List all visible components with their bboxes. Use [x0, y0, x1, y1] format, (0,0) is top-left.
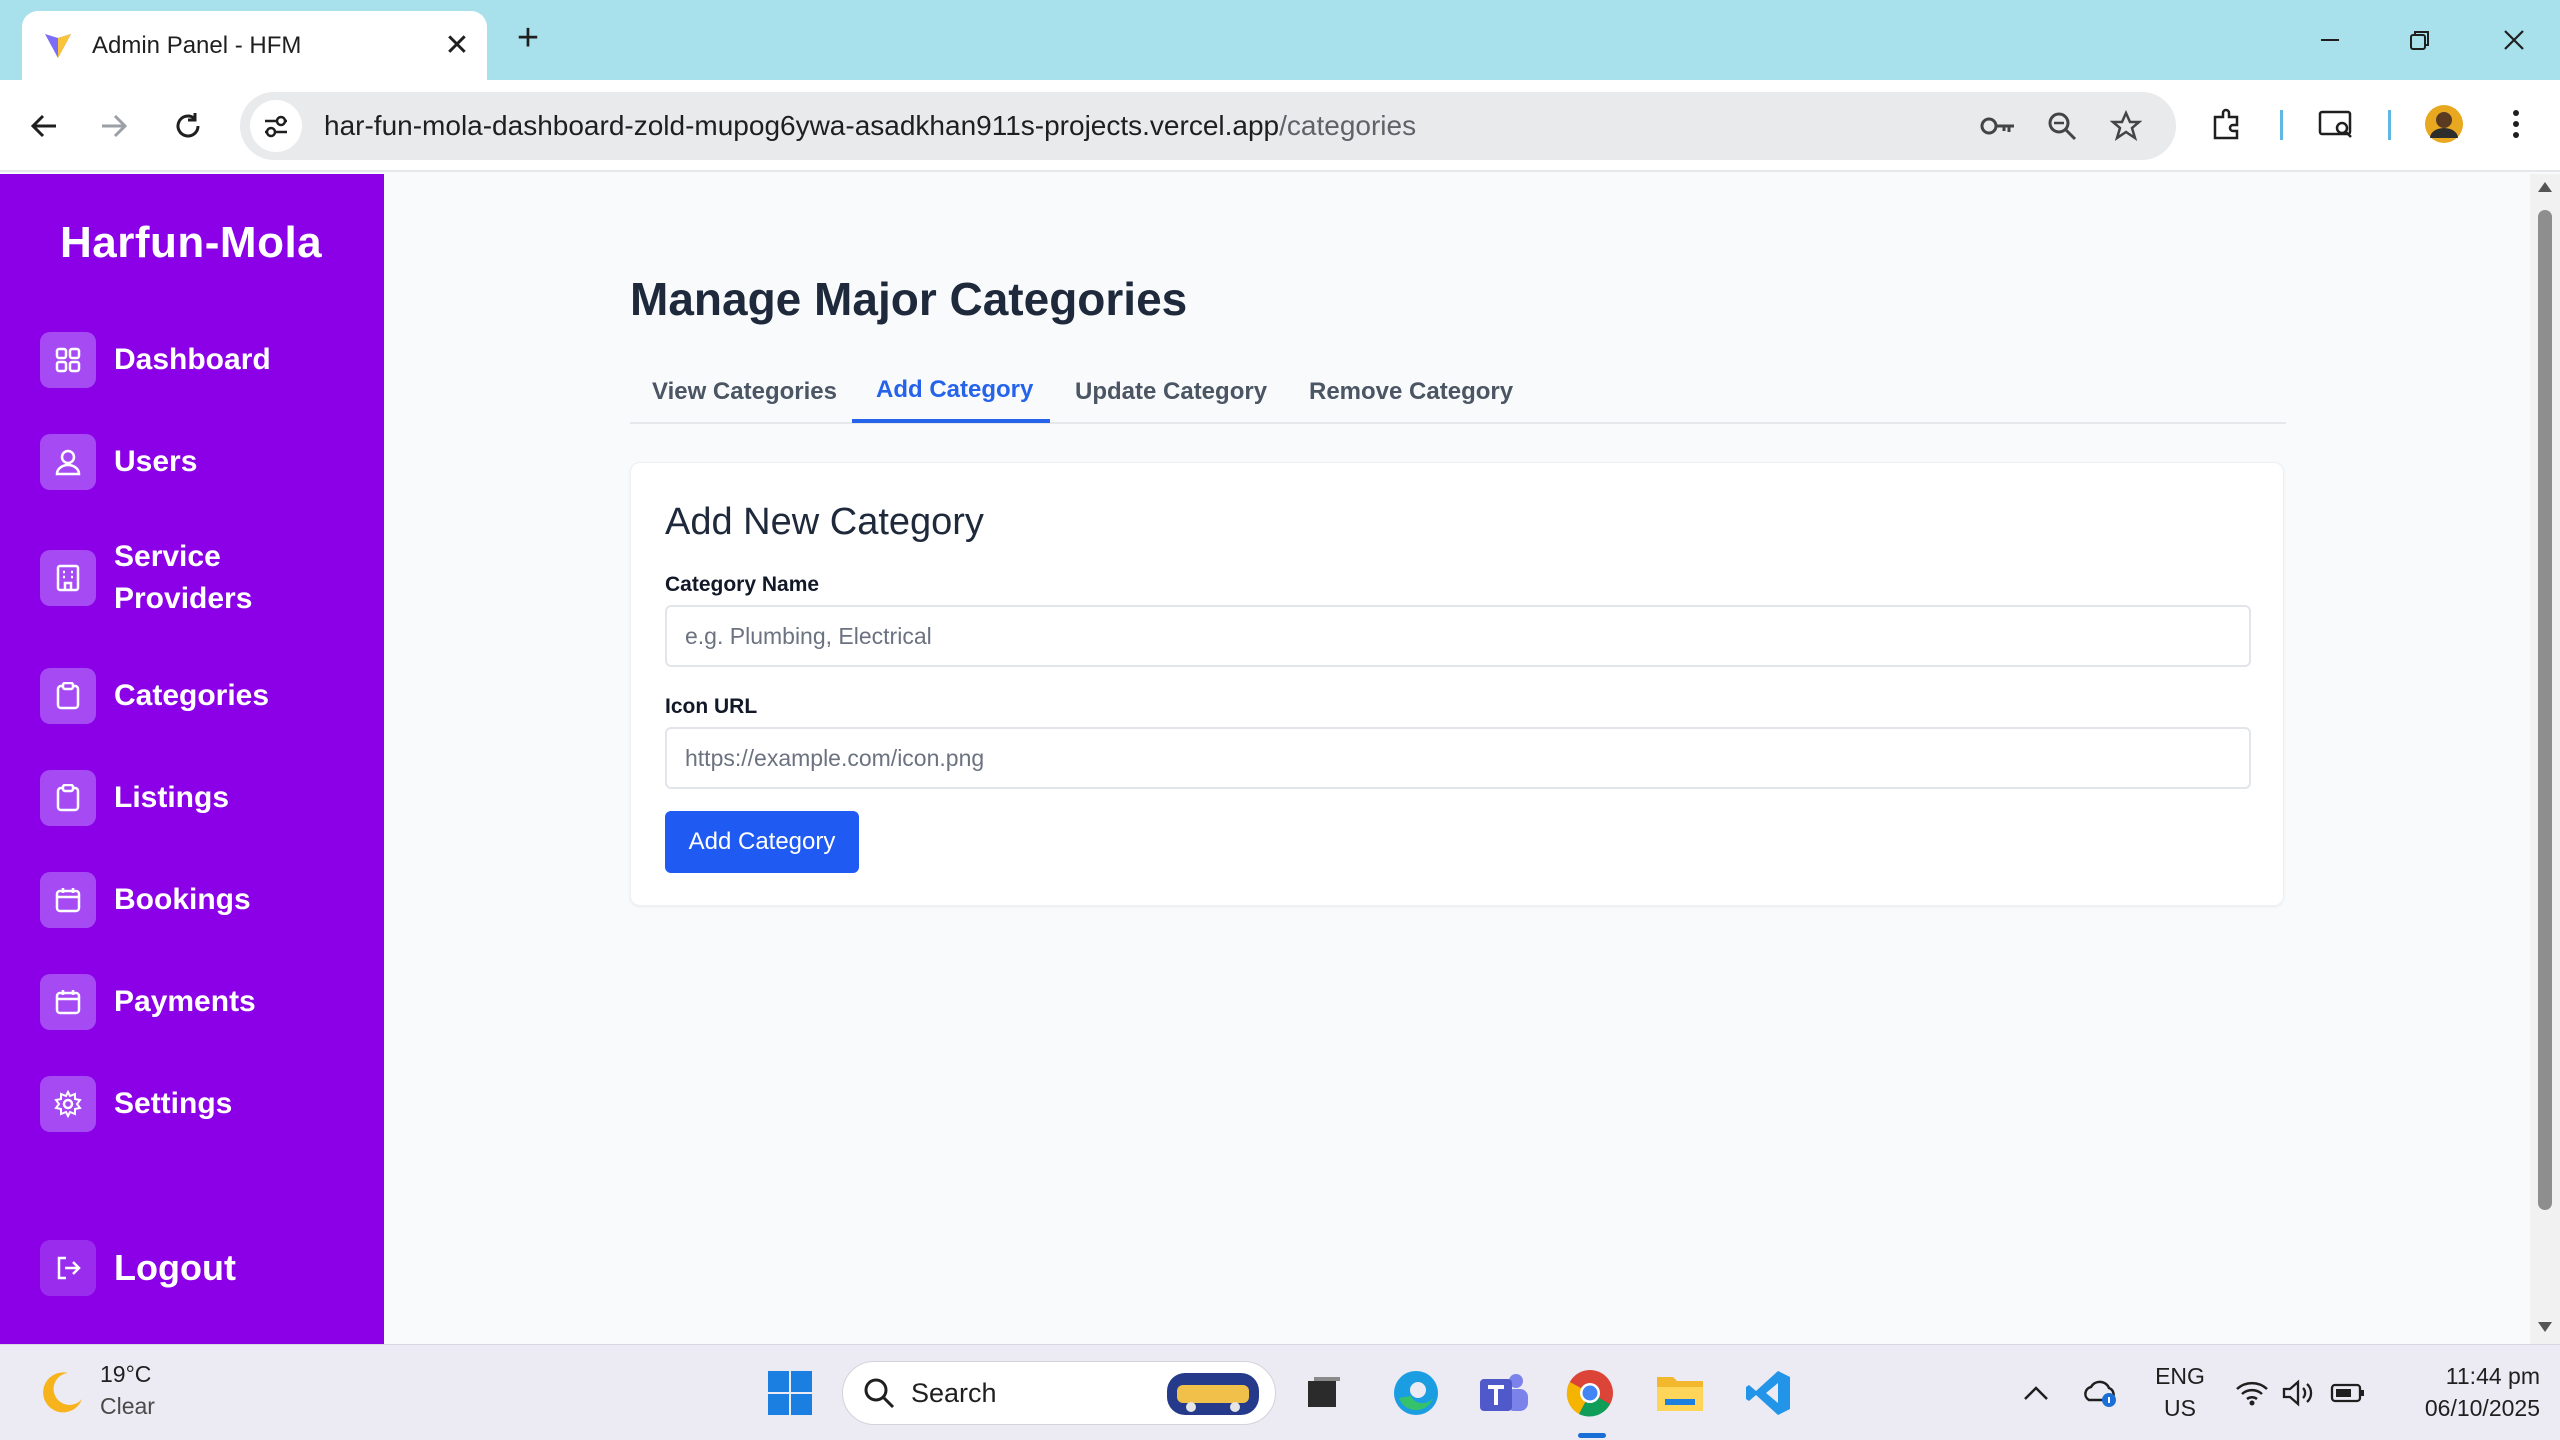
browser-tab[interactable]: Admin Panel - HFM ✕	[22, 11, 487, 80]
language-indicator[interactable]: ENG	[2152, 1363, 2208, 1390]
sidebar: Harfun-Mola Dashboard Users Service Prov…	[0, 174, 384, 1344]
chevron-up-icon[interactable]	[2008, 1365, 2064, 1421]
clock-date: 06/10/2025	[2424, 1395, 2540, 1421]
url-path: /categories	[1279, 110, 1417, 141]
onedrive-cloud-icon[interactable]	[2072, 1365, 2128, 1421]
page-title: Manage Major Categories	[630, 273, 1188, 325]
logout-icon	[40, 1240, 96, 1296]
url-text: har-fun-mola-dashboard-zold-mupog6ywa-as…	[324, 110, 1416, 142]
scroll-thumb[interactable]	[2538, 210, 2552, 1210]
volume-icon[interactable]	[2270, 1365, 2326, 1421]
search-highlight-icon	[1167, 1373, 1259, 1415]
extensions-icon[interactable]	[2206, 102, 2250, 146]
tab-remove-category[interactable]: Remove Category	[1309, 378, 1513, 406]
sidebar-item-payments[interactable]: Payments	[40, 974, 360, 1030]
page-scrollbar[interactable]	[2530, 174, 2560, 1344]
close-tab-icon[interactable]: ✕	[437, 26, 477, 66]
task-view-icon[interactable]	[1296, 1365, 1352, 1421]
sidebar-item-label: Payments	[114, 985, 256, 1018]
scroll-down-icon[interactable]	[2537, 1320, 2553, 1334]
tab-update-category[interactable]: Update Category	[1075, 378, 1267, 406]
file-explorer-icon[interactable]	[1652, 1365, 1708, 1421]
sidebar-item-label: Bookings	[114, 883, 251, 916]
zoom-icon[interactable]	[2040, 104, 2084, 148]
taskbar-search-box[interactable]: Search	[842, 1361, 1276, 1425]
browser-tab-strip: Admin Panel - HFM ✕ +	[0, 0, 2560, 80]
password-key-icon[interactable]	[1976, 104, 2020, 148]
windows-taskbar: 19°C Clear Search ENG US 11:44 pm 06/10/…	[0, 1344, 2560, 1440]
sidebar-item-bookings[interactable]: Bookings	[40, 872, 360, 928]
reload-icon[interactable]	[166, 104, 210, 148]
active-tab-indicator	[852, 419, 1050, 423]
moon-weather-icon[interactable]	[38, 1369, 84, 1415]
new-tab-button[interactable]: +	[508, 17, 548, 59]
minimize-icon[interactable]	[2308, 18, 2352, 62]
address-bar[interactable]: har-fun-mola-dashboard-zold-mupog6ywa-as…	[240, 92, 2176, 160]
vscode-icon[interactable]	[1740, 1365, 1796, 1421]
tab-add-category[interactable]: Add Category	[876, 376, 1033, 404]
search-icon	[864, 1378, 895, 1409]
bookmark-star-icon[interactable]	[2104, 104, 2148, 148]
category-name-input[interactable]	[665, 605, 2251, 667]
add-category-card: Add New Category Category Name Icon URL …	[630, 462, 2284, 906]
sidebar-item-dashboard[interactable]: Dashboard	[40, 332, 360, 388]
search-label: Search	[911, 1377, 997, 1408]
sidebar-item-users[interactable]: Users	[40, 434, 360, 490]
sidebar-item-listings[interactable]: Listings	[40, 770, 360, 826]
logout-button[interactable]: Logout	[40, 1240, 360, 1296]
sidebar-item-label: Service Providers	[114, 540, 253, 615]
toolbar-separator	[2280, 110, 2283, 140]
brand-logo-text: Harfun-Mola	[60, 218, 323, 267]
region-indicator: US	[2164, 1395, 2196, 1421]
calendar-icon	[40, 974, 96, 1030]
windows-start-icon[interactable]	[762, 1365, 818, 1421]
clock-time[interactable]: 11:44 pm	[2380, 1363, 2540, 1390]
gear-icon	[40, 1076, 96, 1132]
sidebar-item-service-providers[interactable]: Service Providers	[40, 536, 360, 620]
category-tabs: View Categories Add Category Update Cate…	[630, 366, 2286, 424]
edge-browser-icon[interactable]	[1388, 1365, 1444, 1421]
teams-icon[interactable]	[1476, 1365, 1532, 1421]
building-icon	[40, 550, 96, 606]
users-icon	[40, 434, 96, 490]
add-category-button[interactable]: Add Category	[665, 811, 859, 873]
chrome-browser-icon[interactable]	[1562, 1365, 1618, 1421]
tab-search-icon[interactable]	[2314, 102, 2358, 146]
clipboard-icon	[40, 770, 96, 826]
sidebar-item-label: Listings	[114, 781, 230, 814]
sidebar-item-categories[interactable]: Categories	[40, 668, 360, 724]
site-info-icon[interactable]	[250, 100, 302, 152]
sidebar-item-label: Users	[114, 445, 198, 478]
battery-icon[interactable]	[2320, 1365, 2376, 1421]
weather-temperature: 19°C	[100, 1361, 152, 1387]
icon-url-input[interactable]	[665, 727, 2251, 789]
active-app-indicator	[1578, 1433, 1606, 1438]
kebab-menu-icon[interactable]	[2494, 102, 2538, 146]
tab-title: Admin Panel - HFM	[92, 31, 302, 59]
sidebar-item-label: Dashboard	[114, 343, 271, 376]
category-name-label: Category Name	[665, 573, 820, 596]
tab-view-categories[interactable]: View Categories	[652, 378, 837, 406]
sidebar-item-label: Settings	[114, 1087, 233, 1120]
scroll-up-icon[interactable]	[2537, 180, 2553, 194]
profile-avatar[interactable]	[2422, 102, 2466, 146]
logout-label: Logout	[114, 1247, 236, 1288]
restore-icon[interactable]	[2398, 18, 2442, 62]
browser-toolbar: har-fun-mola-dashboard-zold-mupog6ywa-as…	[0, 80, 2560, 172]
form-heading: Add New Category	[665, 501, 984, 543]
back-arrow-icon[interactable]	[22, 104, 66, 148]
url-host: har-fun-mola-dashboard-zold-mupog6ywa-as…	[324, 110, 1280, 141]
toolbar-separator	[2388, 110, 2391, 140]
close-window-icon[interactable]	[2492, 18, 2536, 62]
weather-description: Clear	[100, 1393, 155, 1419]
sidebar-item-label: Categories	[114, 679, 270, 712]
sidebar-item-settings[interactable]: Settings	[40, 1076, 360, 1132]
forward-arrow-icon[interactable]	[92, 104, 136, 148]
calendar-icon	[40, 872, 96, 928]
vite-favicon-icon	[45, 33, 71, 58]
icon-url-label: Icon URL	[665, 695, 758, 718]
clipboard-icon	[40, 668, 96, 724]
grid-icon	[40, 332, 96, 388]
